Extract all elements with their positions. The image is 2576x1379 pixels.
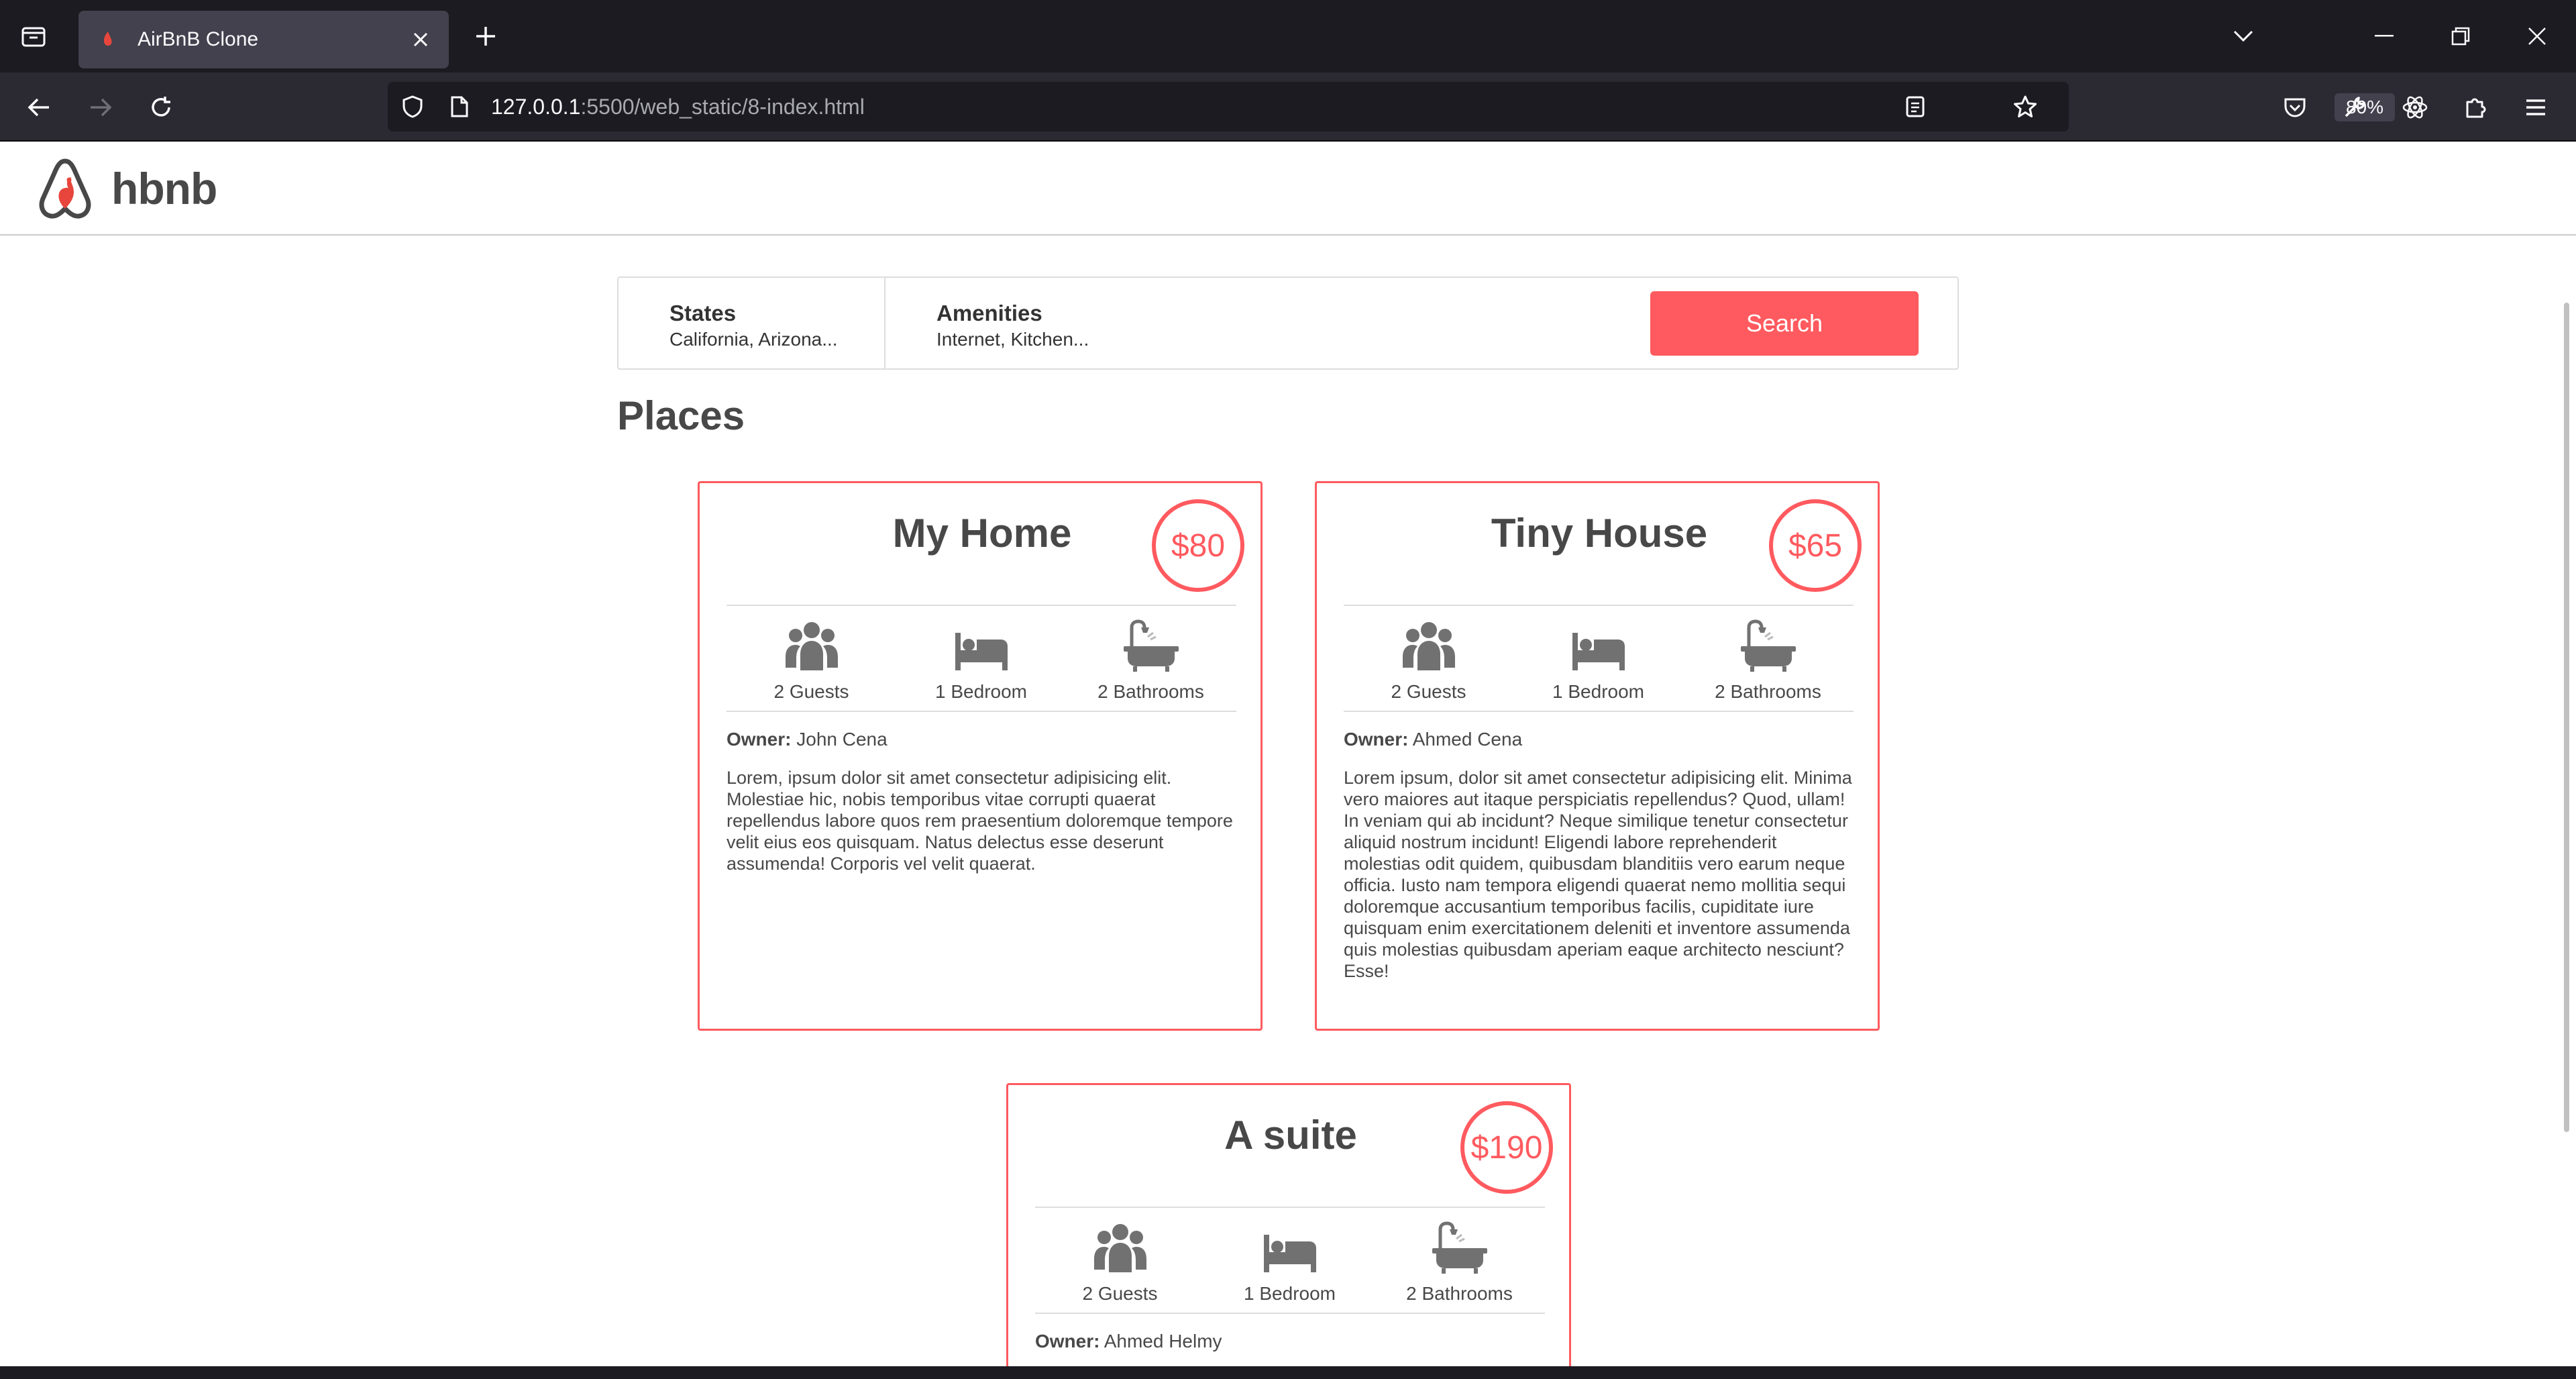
place-owner: Owner: John Cena [727,729,888,750]
amenities-filter-title: Amenities [936,301,1042,325]
place-description: Lorem ipsum, dolor sit amet consectetur … [1344,768,1852,981]
bathrooms-label: 2 Bathrooms [1406,1283,1513,1304]
url-text[interactable]: 127.0.0.1:5500/web_static/8-index.html [491,82,865,132]
price-badge: $190 [1460,1101,1553,1194]
guests-label: 2 Guests [1082,1283,1158,1304]
states-filter-value: California, Arizona... [669,329,838,350]
guests-label: 2 Guests [773,681,849,702]
bed-icon [1572,633,1625,670]
wrench-icon[interactable] [2334,89,2375,126]
bedrooms-label: 1 Bedroom [1552,681,1644,702]
place-owner: Owner: Ahmed Cena [1344,729,1522,750]
states-filter-title: States [669,301,737,325]
pocket-icon[interactable] [2275,89,2315,126]
url-path: :5500/web_static/8-index.html [580,95,865,119]
minimize-icon[interactable] [2364,17,2404,55]
logo-wordmark: hbnb [111,164,217,213]
guests-icon [1402,622,1455,670]
tab-manager-icon[interactable] [15,21,52,51]
restore-icon[interactable] [2440,17,2481,55]
bathrooms-label: 2 Bathrooms [1097,681,1204,702]
browser-tab-bar: AirBnB Clone [0,0,2576,72]
back-icon[interactable] [19,89,59,126]
amenities-filter[interactable]: Amenities Internet, Kitchen... [885,278,1288,368]
filters-bar: States California, Arizona... Amenities … [617,276,1959,370]
guests-label: 2 Guests [1391,681,1466,702]
owner-label: Owner: [1035,1331,1100,1351]
place-info: 2 Guests 1 Bedroom 2 Bathrooms [1035,1207,1545,1314]
number-rooms: 1 Bedroom [896,619,1066,703]
bathrooms-label: 2 Bathrooms [1715,681,1821,702]
number-bathrooms: 2 Bathrooms [1683,619,1853,703]
taskbar-edge [0,1366,2576,1379]
search-button[interactable]: Search [1650,291,1919,356]
places-heading: Places [617,393,745,438]
close-icon[interactable] [400,19,441,60]
url-bar[interactable]: 127.0.0.1:5500/web_static/8-index.html 8… [388,82,2395,132]
site-logo[interactable]: hbnb [34,155,217,222]
forward-icon[interactable] [80,89,121,126]
plus-icon[interactable] [467,17,504,55]
guests-icon [785,622,838,670]
reload-icon[interactable] [141,89,181,126]
bed-icon [1263,1235,1316,1272]
hbnb-logo-icon [39,158,91,219]
place-card[interactable]: Tiny House $65 2 Guests 1 Bedroom 2 Bath… [1315,481,1880,1031]
bedrooms-label: 1 Bedroom [935,681,1027,702]
number-rooms: 1 Bedroom [1205,1221,1375,1305]
bath-icon [1123,619,1179,672]
owner-name: John Cena [796,729,888,750]
url-host: 127.0.0.1 [491,95,581,119]
browser-tab[interactable]: AirBnB Clone [78,11,449,68]
place-info: 2 Guests 1 Bedroom 2 Bathrooms [1344,605,1854,712]
extensions-icon[interactable] [2455,89,2496,126]
owner-name: Ahmed Helmy [1104,1331,1222,1351]
owner-label: Owner: [1344,729,1409,750]
chevron-down-icon[interactable] [2223,17,2263,55]
bath-icon [1432,1221,1487,1274]
max-guests: 2 Guests [1344,619,1513,703]
star-icon[interactable] [2010,91,2041,122]
window-close-icon[interactable] [2517,17,2557,55]
number-bathrooms: 2 Bathrooms [1066,619,1236,703]
price-badge: $80 [1152,499,1244,592]
bath-icon [1740,619,1796,672]
menu-icon[interactable] [2516,89,2556,126]
bed-icon [955,633,1008,670]
place-info: 2 Guests 1 Bedroom 2 Bathrooms [727,605,1236,712]
max-guests: 2 Guests [727,619,896,703]
favicon-icon [99,30,117,49]
number-bathrooms: 2 Bathrooms [1375,1221,1544,1305]
max-guests: 2 Guests [1035,1221,1205,1305]
page-scrollbar[interactable] [2564,303,2569,1132]
place-card[interactable]: A suite $190 2 Guests 1 Bedroom 2 Bathro… [1006,1083,1571,1366]
page-icon [444,91,475,122]
place-description: Lorem, ipsum dolor sit amet consectetur … [727,768,1233,874]
owner-name: Ahmed Cena [1412,729,1523,750]
place-card[interactable]: My Home $80 2 Guests 1 Bedroom 2 Bathroo… [698,481,1263,1031]
number-rooms: 1 Bedroom [1513,619,1683,703]
shield-icon[interactable] [397,91,428,122]
page-viewport: hbnb States California, Arizona... Ameni… [0,142,2576,1366]
price-badge: $65 [1769,499,1862,592]
browser-nav-bar: 127.0.0.1:5500/web_static/8-index.html 8… [0,72,2576,142]
reader-view-icon[interactable] [1900,91,1931,122]
site-header: hbnb [0,142,2576,236]
states-filter[interactable]: States California, Arizona... [619,278,885,368]
bedrooms-label: 1 Bedroom [1244,1283,1336,1304]
place-owner: Owner: Ahmed Helmy [1035,1331,1222,1352]
owner-label: Owner: [727,729,792,750]
guests-icon [1093,1224,1146,1272]
tab-title: AirBnB Clone [138,28,259,50]
react-devtools-icon[interactable] [2395,89,2435,126]
amenities-filter-value: Internet, Kitchen... [936,329,1089,350]
